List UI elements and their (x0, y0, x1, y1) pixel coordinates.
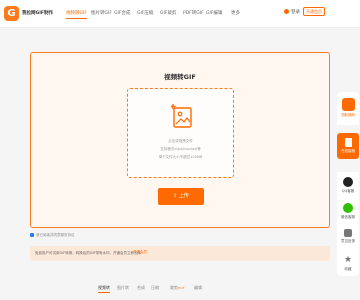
qq-icon (343, 177, 353, 187)
agreement-row[interactable]: 我已阅读并同意服务协议 (30, 233, 75, 238)
upload-button[interactable]: ⇪ 上传 (158, 188, 204, 205)
wechat-icon (343, 203, 353, 213)
bottom-tab-image[interactable]: 图片转 (117, 285, 129, 291)
nav-gif-crop[interactable]: GIF裁剪 (160, 10, 176, 16)
add-image-icon (171, 104, 192, 128)
vip-button[interactable]: 开通会员 (303, 7, 325, 16)
service-icon (344, 138, 352, 147)
sidebar-favorite[interactable]: ★ 收藏 (337, 250, 359, 276)
nav-image-to-gif[interactable]: 图片转GIF (91, 10, 112, 16)
sidebar-qq[interactable]: QQ客服 (337, 172, 359, 198)
sidebar-gift[interactable]: 领取福利 (337, 92, 359, 125)
star-icon: ★ (343, 255, 353, 265)
login-link[interactable]: 登录 (291, 9, 300, 15)
feedback-icon (344, 229, 352, 237)
format-hint: 支持格式mp4/mov/avi等 (160, 147, 201, 151)
sidebar-feedback[interactable]: 意见反馈 (337, 224, 359, 250)
notice-vip-button[interactable]: 开通会员 (133, 250, 147, 257)
user-icon (284, 9, 289, 14)
dropzone-hint: 点击或拖拽文件 (168, 139, 193, 143)
bottom-tab-edit[interactable]: 编辑 (194, 285, 202, 291)
top-header: G 我拉网GIF制作 视频转GIF 图片转GIF GIF合成 GIF压缩 GIF… (0, 0, 360, 28)
logo-icon[interactable]: G (4, 6, 19, 21)
notice-bar: 免费用户可试用GIF转换，转换后的GIF带有水印，开通会员立即去除 开通会员 (30, 246, 330, 261)
gift-icon (341, 98, 355, 111)
brand-name[interactable]: 我拉网GIF制作 (22, 10, 53, 16)
bottom-tab-video[interactable]: 视频转 (98, 285, 110, 293)
nav-more[interactable]: 更多 (231, 10, 240, 16)
page-title: 视频转GIF (164, 73, 196, 81)
nav-gif-edit[interactable]: GIF编辑 (206, 10, 222, 16)
agree-checkbox[interactable] (30, 233, 34, 237)
upload-card: 视频转GIF 点击或拖拽文件 支持格式mp4/mov/avi等 单个文件大小不超… (30, 52, 330, 228)
upload-button-label: 上传 (178, 193, 189, 199)
hot-badge: HOT (178, 286, 185, 290)
sidebar-service[interactable]: 在线客服 (337, 133, 359, 159)
agreement-text: 我已阅读并同意服务协议 (36, 233, 75, 237)
bottom-tab-compress[interactable]: 压缩 (151, 285, 159, 291)
file-dropzone[interactable]: 点击或拖拽文件 支持格式mp4/mov/avi等 单个文件大小不超过100MB (127, 88, 234, 178)
notice-text: 免费用户可试用GIF转换，转换后的GIF带有水印，开通会员立即去除 (35, 251, 142, 255)
nav-gif-compress[interactable]: GIF压缩 (137, 10, 153, 16)
size-hint: 单个文件大小不超过100MB (158, 155, 203, 159)
nav-pdf-to-gif[interactable]: PDF转GIF (183, 10, 204, 16)
nav-gif-merge[interactable]: GIF合成 (114, 10, 130, 16)
nav-video-to-gif[interactable]: 视频转GIF (66, 10, 87, 19)
bottom-tab-crop[interactable]: 裁剪HOT (170, 285, 184, 291)
bottom-tab-merge[interactable]: 合成 (137, 285, 145, 291)
sidebar-wechat[interactable]: 微信客服 (337, 198, 359, 224)
